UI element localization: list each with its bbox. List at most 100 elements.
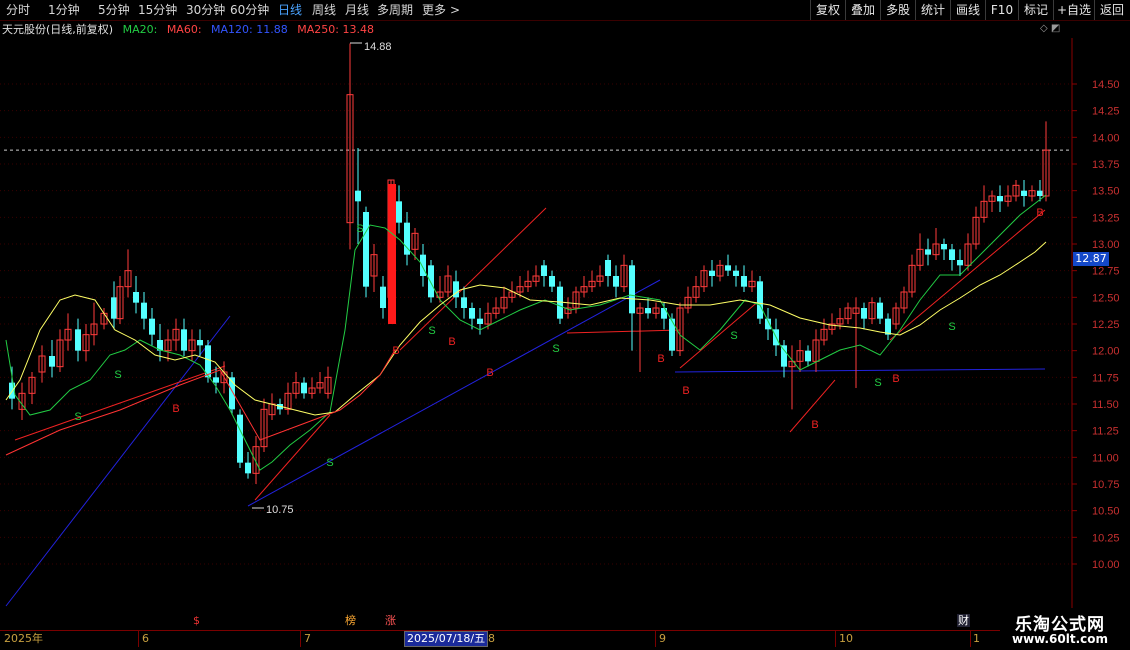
candle-body <box>469 308 475 319</box>
cursor-date-label: 2025/07/18/五 <box>404 631 489 647</box>
buy-signal: B <box>392 345 399 357</box>
candle-body <box>237 414 243 463</box>
mark-button[interactable]: 标记 <box>1018 0 1053 20</box>
sell-signal: S <box>356 223 363 235</box>
candle-body <box>629 265 635 314</box>
y-tick-label: 10.75 <box>1092 479 1120 491</box>
candle-body <box>781 345 787 367</box>
candle-body <box>149 318 155 335</box>
y-tick-label: 10.25 <box>1092 532 1120 544</box>
date-label-1: 1 <box>973 632 980 645</box>
ma120-label: MA120: 11.88 <box>211 23 288 36</box>
tab-daily[interactable]: 日线 <box>278 2 302 18</box>
candlestick-chart[interactable]: 14.50 14.25 14.00 13.75 13.50 13.25 13.00 12.75… <box>0 38 1130 630</box>
tab-15min[interactable]: 15分钟 <box>138 2 177 18</box>
tab-weekly[interactable]: 周线 <box>312 2 336 18</box>
candle-body <box>245 462 251 474</box>
candle-body <box>141 302 147 319</box>
support-line-blue <box>674 368 1046 373</box>
candle-body <box>420 254 426 276</box>
buy-signal: B <box>448 336 455 348</box>
more-arrow-icon[interactable]: > <box>450 2 460 18</box>
sell-signal: S <box>730 330 737 342</box>
candle-body <box>885 318 891 335</box>
statistics-button[interactable]: 统计 <box>915 0 950 20</box>
stock-title: 天元股份(日线,前复权) <box>2 23 114 36</box>
chart-options-icon[interactable]: ◇ ◩ <box>1040 23 1060 34</box>
candle-body <box>355 190 361 202</box>
candle-body <box>661 308 667 319</box>
tab-fenshi[interactable]: 分时 <box>6 2 30 18</box>
y-tick-label: 11.75 <box>1092 372 1119 384</box>
candle-body <box>757 281 763 319</box>
y-tick-label: 13.25 <box>1092 212 1120 224</box>
high-price-label: 14.88 <box>364 41 392 53</box>
tab-more[interactable]: 更多 <box>422 2 446 18</box>
candle-body <box>877 302 883 319</box>
candle-body <box>396 201 402 223</box>
date-label-2025: 2025年 <box>4 632 43 645</box>
buy-signal: B <box>682 385 689 397</box>
buy-signal: B <box>172 403 179 415</box>
tab-multi-period[interactable]: 多周期 <box>377 2 413 18</box>
buy-signal: B <box>892 373 899 385</box>
tab-60min[interactable]: 60分钟 <box>230 2 269 18</box>
sell-signal: S <box>114 369 121 381</box>
y-tick-label: 14.25 <box>1092 106 1120 118</box>
candle-body <box>605 260 611 276</box>
tab-5min[interactable]: 5分钟 <box>98 2 130 18</box>
y-tick-label: 14.00 <box>1092 132 1120 144</box>
candle-body <box>1021 190 1027 196</box>
candle-body <box>197 340 203 346</box>
candle-body <box>111 297 117 319</box>
add-watchlist-button[interactable]: +自选 <box>1053 0 1094 20</box>
f10-button[interactable]: F10 <box>985 0 1018 20</box>
candle-body <box>380 286 386 308</box>
date-axis: 2025年 6 7 8 9 10 1 <box>0 630 1000 647</box>
candle-body <box>925 249 931 255</box>
sell-signal: S <box>552 343 559 355</box>
tab-30min[interactable]: 30分钟 <box>186 2 225 18</box>
overlay-button[interactable]: 叠加 <box>845 0 880 20</box>
restore-rights-button[interactable]: 复权 <box>810 0 845 20</box>
candle-body <box>669 318 675 351</box>
ma20-label: MA20: <box>122 23 158 36</box>
buy-signal: B <box>486 367 493 379</box>
event-marker-dollar[interactable]: $ <box>193 614 200 627</box>
date-label-9: 9 <box>659 632 666 645</box>
trend-line-red <box>889 209 1046 341</box>
y-tick-label: 12.00 <box>1092 346 1120 358</box>
tab-1min[interactable]: 1分钟 <box>48 2 80 18</box>
candle-body <box>181 329 187 351</box>
tab-monthly[interactable]: 月线 <box>345 2 369 18</box>
low-price-label: 10.75 <box>266 504 294 516</box>
y-tick-label: 11.00 <box>1092 452 1119 464</box>
multi-stock-button[interactable]: 多股 <box>880 0 915 20</box>
candle-body <box>133 292 139 303</box>
y-tick-label: 11.50 <box>1092 399 1119 411</box>
event-marker-limit-up[interactable]: 涨 <box>385 614 396 627</box>
y-tick-label: 12.25 <box>1092 319 1120 331</box>
sell-signal: S <box>74 411 81 423</box>
draw-line-button[interactable]: 画线 <box>950 0 985 20</box>
date-label-8: 8 <box>488 632 495 645</box>
y-tick-label: 12.50 <box>1092 292 1120 304</box>
candle-body <box>709 270 715 276</box>
date-label-10: 10 <box>839 632 853 645</box>
trend-line-blue <box>5 315 231 607</box>
trend-line-red <box>679 299 761 369</box>
candle-body <box>213 377 219 383</box>
y-tick-label: 11.25 <box>1092 426 1119 438</box>
candle-body <box>541 265 547 276</box>
candle-body <box>941 244 947 250</box>
candle-body <box>997 196 1003 202</box>
event-marker-finance[interactable]: 财 <box>957 614 970 627</box>
y-tick-label: 13.00 <box>1092 239 1120 251</box>
limit-up-candle <box>388 184 396 324</box>
candle-body <box>613 276 619 287</box>
date-label-7: 7 <box>304 632 311 645</box>
watermark: 乐淘公式网 www.60lt.com <box>1000 608 1130 650</box>
candle-body <box>805 350 811 362</box>
event-marker-rank[interactable]: 榜 <box>345 614 356 627</box>
back-button[interactable]: 返回 <box>1094 0 1129 20</box>
